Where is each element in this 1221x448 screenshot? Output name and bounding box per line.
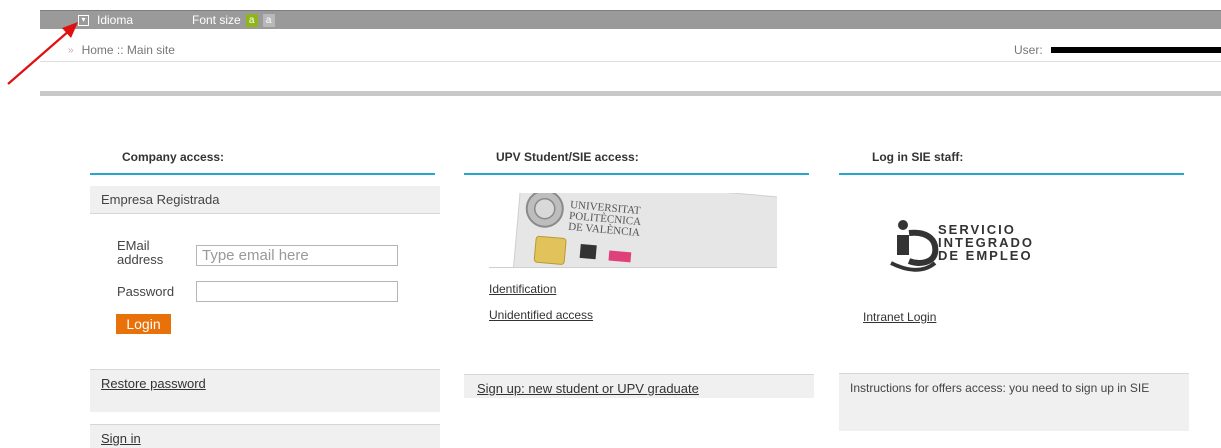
top-bar: ▾ Idioma Font size a a bbox=[40, 10, 1221, 29]
email-label: EMail address bbox=[117, 238, 164, 267]
font-size-large-button[interactable]: a bbox=[262, 13, 275, 27]
instructions-text: Instructions for offers access: you need… bbox=[850, 381, 1150, 395]
sign-up-box: Sign up: new student or UPV graduate bbox=[464, 374, 814, 398]
password-input[interactable] bbox=[196, 281, 398, 302]
divider-thick bbox=[40, 91, 1221, 96]
font-size-control: Font size a a bbox=[192, 13, 275, 27]
intranet-login-link[interactable]: Intranet Login bbox=[863, 310, 936, 324]
divider-thin bbox=[40, 61, 1221, 62]
restore-password-link[interactable]: Restore password bbox=[101, 376, 206, 391]
user-info: User: bbox=[1014, 43, 1221, 57]
font-size-label: Font size bbox=[192, 13, 241, 27]
instructions-box: Instructions for offers access: you need… bbox=[839, 373, 1189, 431]
language-label: Idioma bbox=[97, 13, 134, 27]
sign-up-link[interactable]: Sign up: new student or UPV graduate bbox=[477, 381, 699, 396]
password-label: Password bbox=[117, 284, 175, 299]
registered-company-label: Empresa Registrada bbox=[101, 192, 220, 207]
identification-link[interactable]: Identification bbox=[489, 282, 556, 296]
staff-login-header: Log in SIE staff: bbox=[839, 149, 1184, 175]
dropdown-checkbox-icon: ▾ bbox=[78, 14, 89, 26]
upv-card-image[interactable]: UNIVERSITAT POLITÈCNICA DE VALÈNCIA bbox=[489, 193, 777, 268]
unidentified-access-link[interactable]: Unidentified access bbox=[489, 308, 593, 322]
email-input[interactable] bbox=[196, 245, 398, 266]
student-access-header: UPV Student/SIE access: bbox=[464, 149, 809, 175]
restore-password-box: Restore password bbox=[90, 369, 440, 412]
sign-in-link[interactable]: Sign in bbox=[101, 431, 141, 446]
breadcrumb-arrow-icon: » bbox=[68, 44, 74, 56]
company-access-header: Company access: bbox=[90, 149, 435, 175]
breadcrumb: » Home :: Main site bbox=[68, 43, 175, 57]
sign-in-box: Sign in bbox=[90, 424, 440, 448]
sie-logo-text: SERVICIO INTEGRADO DE EMPLEO bbox=[938, 222, 1034, 263]
font-size-small-button[interactable]: a bbox=[245, 13, 258, 27]
login-button[interactable]: Login bbox=[116, 314, 171, 334]
registered-company-box: Empresa Registrada bbox=[90, 186, 440, 214]
breadcrumb-text[interactable]: Home :: Main site bbox=[82, 43, 175, 57]
user-redacted-bar bbox=[1050, 47, 1221, 53]
language-selector[interactable]: ▾ Idioma bbox=[78, 13, 133, 27]
user-label: User: bbox=[1014, 43, 1043, 57]
